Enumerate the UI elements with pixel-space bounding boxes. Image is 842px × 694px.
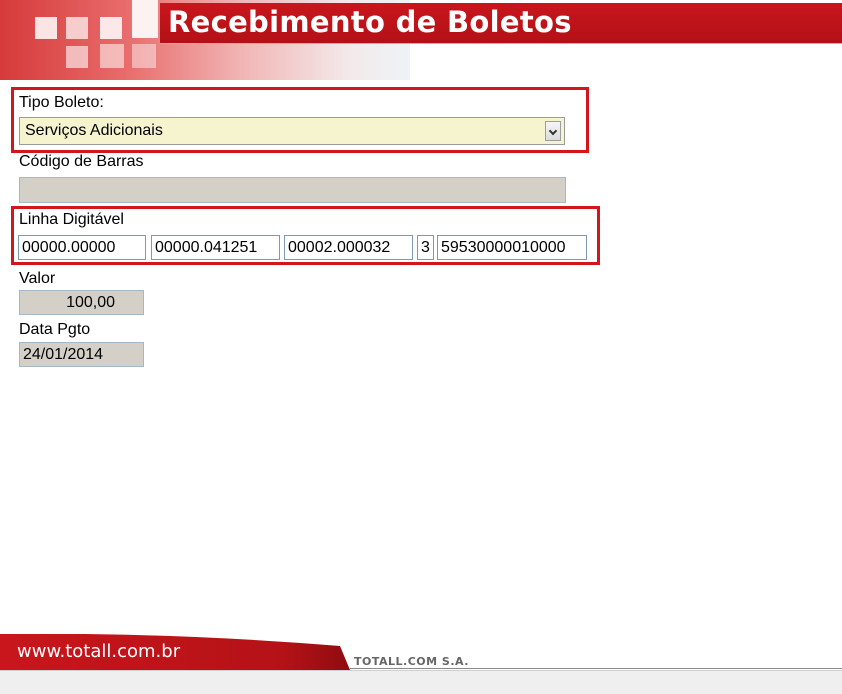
page-title: Recebimento de Boletos [168, 5, 572, 39]
logo-square [100, 17, 122, 39]
valor-field: 100,00 [19, 290, 144, 315]
logo-square [66, 46, 88, 68]
data-pgto-label: Data Pgto [19, 321, 91, 338]
codigo-barras-label: Código de Barras [19, 153, 144, 170]
logo-square [66, 17, 88, 39]
data-pgto-field: 24/01/2014 [19, 342, 144, 367]
linha-digitavel-field-2[interactable]: 00000.041251 [151, 235, 280, 260]
linha-digitavel-field-3[interactable]: 00002.000032 [284, 235, 413, 260]
logo-square [132, 0, 158, 38]
logo-square [132, 44, 156, 68]
codigo-barras-input[interactable] [19, 177, 566, 203]
linha-digitavel-label: Linha Digitável [19, 211, 124, 228]
status-bar [0, 670, 842, 694]
footer-company-name: TOTALL.COM S.A. [354, 655, 469, 668]
valor-label: Valor [19, 270, 56, 287]
chevron-down-icon[interactable] [545, 121, 561, 141]
footer-divider [350, 668, 842, 669]
linha-digitavel-field-5[interactable]: 59530000010000 [437, 235, 587, 260]
header-divider [160, 43, 842, 44]
linha-digitavel-field-4[interactable]: 3 [417, 235, 434, 260]
tipo-boleto-selected-value: Serviços Adicionais [25, 122, 163, 139]
app-header: Recebimento de Boletos [0, 0, 842, 80]
tipo-boleto-label: Tipo Boleto: [19, 94, 104, 111]
logo-square [35, 17, 57, 39]
linha-digitavel-field-1[interactable]: 00000.00000 [18, 235, 146, 260]
logo-square [100, 44, 124, 68]
footer-website-link[interactable]: www.totall.com.br [17, 641, 180, 662]
tipo-boleto-select[interactable]: Serviços Adicionais [19, 117, 565, 145]
